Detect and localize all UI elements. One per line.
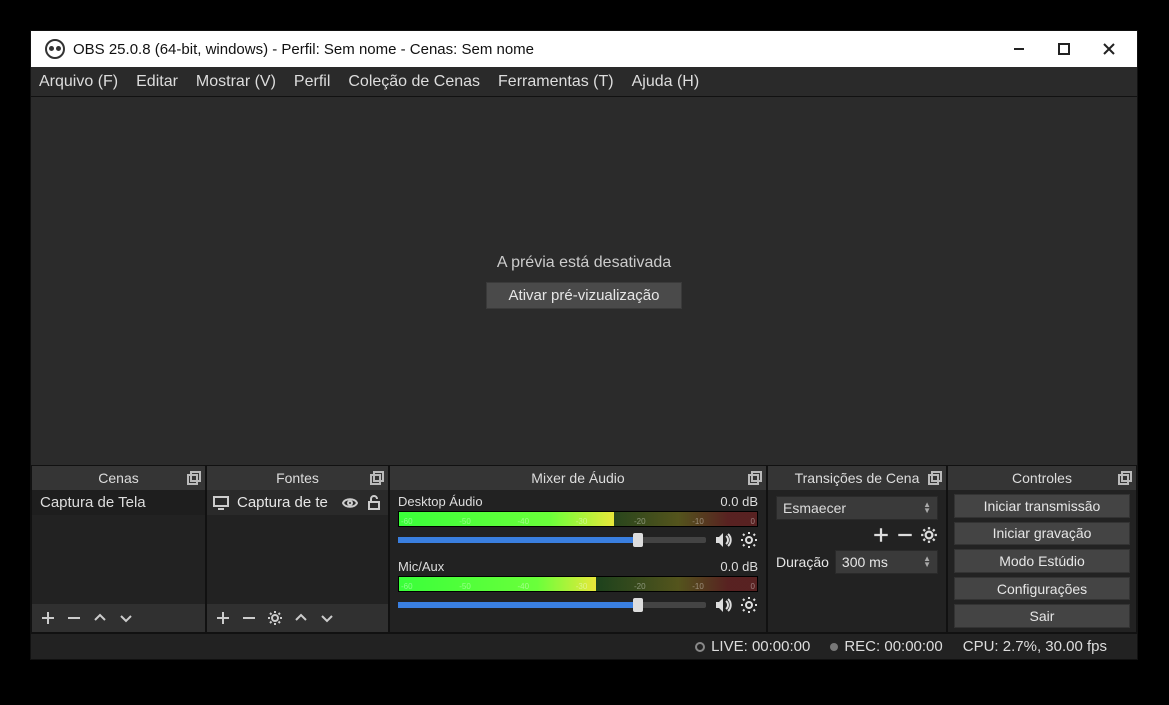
live-indicator-icon [695, 642, 705, 652]
panel-sources: Fontes Captura de te [206, 465, 389, 633]
mixer-channel-name: Mic/Aux [398, 559, 444, 574]
source-down-button[interactable] [319, 610, 335, 626]
panel-mixer-popout-icon[interactable] [748, 471, 762, 485]
add-source-button[interactable] [215, 610, 231, 626]
mixer-channel-level: 0.0 dB [720, 494, 758, 509]
panel-controls-title: Controles [1012, 470, 1072, 486]
start-recording-button[interactable]: Iniciar gravação [954, 522, 1130, 546]
panel-scenes: Cenas Captura de Tela [31, 465, 206, 633]
maximize-button[interactable] [1041, 31, 1086, 67]
panel-mixer-header: Mixer de Áudio [390, 466, 766, 490]
sources-list: Captura de te [207, 490, 388, 604]
mixer-channel-mic: Mic/Aux 0.0 dB -60-50-40-30-20-100 [390, 555, 766, 620]
panel-controls-popout-icon[interactable] [1118, 471, 1132, 485]
menu-help[interactable]: Ajuda (H) [632, 73, 700, 91]
minimize-button[interactable] [996, 31, 1041, 67]
exit-button[interactable]: Sair [954, 604, 1130, 628]
speaker-icon[interactable] [714, 596, 732, 614]
mixer-channel-name: Desktop Áudio [398, 494, 483, 509]
status-live-text: LIVE: 00:00:00 [711, 638, 810, 655]
menubar: Arquivo (F) Editar Mostrar (V) Perfil Co… [31, 67, 1137, 97]
transition-properties-button[interactable] [920, 526, 938, 544]
duration-label: Duração [776, 554, 829, 570]
panel-controls-header: Controles [948, 466, 1136, 490]
scene-up-button[interactable] [92, 610, 108, 626]
source-item[interactable]: Captura de te [207, 490, 388, 515]
scene-down-button[interactable] [118, 610, 134, 626]
panel-sources-header: Fontes [207, 466, 388, 490]
panel-scenes-popout-icon[interactable] [187, 471, 201, 485]
status-rec-text: REC: 00:00:00 [844, 638, 942, 655]
transitions-body: Esmaecer ▲▼ Duração 300 ms ▲▼ [768, 490, 946, 632]
preview-area: A prévia está desativada Ativar pré-vizu… [31, 97, 1137, 465]
gear-icon[interactable] [740, 596, 758, 614]
start-streaming-button[interactable]: Iniciar transmissão [954, 494, 1130, 518]
scene-item[interactable]: Captura de Tela [32, 490, 205, 515]
speaker-icon[interactable] [714, 531, 732, 549]
remove-scene-button[interactable] [66, 610, 82, 626]
titlebar: OBS 25.0.8 (64-bit, windows) - Perfil: S… [31, 31, 1137, 67]
remove-transition-button[interactable] [896, 526, 914, 544]
mixer-channel-level: 0.0 dB [720, 559, 758, 574]
status-cpu: CPU: 2.7%, 30.00 fps [963, 638, 1107, 655]
close-button[interactable] [1086, 31, 1131, 67]
window-title: OBS 25.0.8 (64-bit, windows) - Perfil: S… [73, 41, 996, 58]
studio-mode-button[interactable]: Modo Estúdio [954, 549, 1130, 573]
settings-button[interactable]: Configurações [954, 577, 1130, 601]
preview-disabled-label: A prévia está desativada [497, 254, 671, 272]
transition-select-value: Esmaecer [783, 500, 846, 516]
menu-edit[interactable]: Editar [136, 73, 178, 91]
audio-meter: -60-50-40-30-20-100 [398, 511, 758, 527]
source-up-button[interactable] [293, 610, 309, 626]
status-cpu-text: CPU: 2.7%, 30.00 fps [963, 638, 1107, 655]
panel-mixer: Mixer de Áudio Desktop Áudio 0.0 dB -60-… [389, 465, 767, 633]
status-live: LIVE: 00:00:00 [695, 638, 810, 655]
updown-icon: ▲▼ [923, 556, 931, 568]
enable-preview-button[interactable]: Ativar pré-vizualização [486, 282, 683, 309]
controls-body: Iniciar transmissão Iniciar gravação Mod… [948, 490, 1136, 632]
panel-transitions-popout-icon[interactable] [928, 471, 942, 485]
obs-logo-icon [45, 39, 65, 59]
volume-slider[interactable] [398, 602, 706, 608]
panel-sources-title: Fontes [276, 470, 319, 486]
volume-slider[interactable] [398, 537, 706, 543]
app-window: OBS 25.0.8 (64-bit, windows) - Perfil: S… [30, 30, 1138, 660]
monitor-icon [213, 495, 229, 511]
menu-file[interactable]: Arquivo (F) [39, 73, 118, 91]
scenes-toolbar [32, 604, 205, 632]
eye-icon[interactable] [342, 495, 358, 511]
panel-transitions-header: Transições de Cena [768, 466, 946, 490]
panel-scenes-header: Cenas [32, 466, 205, 490]
panel-transitions-title: Transições de Cena [795, 470, 920, 486]
remove-source-button[interactable] [241, 610, 257, 626]
menu-view[interactable]: Mostrar (V) [196, 73, 276, 91]
updown-icon: ▲▼ [923, 502, 931, 514]
mixer-channel-desktop: Desktop Áudio 0.0 dB -60-50-40-30-20-100 [390, 490, 766, 555]
panel-scenes-title: Cenas [98, 470, 138, 486]
duration-value: 300 ms [842, 554, 888, 570]
duration-spinbox[interactable]: 300 ms ▲▼ [835, 550, 938, 574]
scenes-list: Captura de Tela [32, 490, 205, 604]
statusbar: LIVE: 00:00:00 REC: 00:00:00 CPU: 2.7%, … [31, 633, 1137, 659]
dock-row: Cenas Captura de Tela Fontes [31, 465, 1137, 633]
audio-meter: -60-50-40-30-20-100 [398, 576, 758, 592]
rec-indicator-icon [830, 643, 838, 651]
panel-transitions: Transições de Cena Esmaecer ▲▼ Duração 3… [767, 465, 947, 633]
mixer-body: Desktop Áudio 0.0 dB -60-50-40-30-20-100 [390, 490, 766, 632]
source-properties-button[interactable] [267, 610, 283, 626]
menu-scenecollection[interactable]: Coleção de Cenas [348, 73, 480, 91]
transition-select[interactable]: Esmaecer ▲▼ [776, 496, 938, 520]
panel-mixer-title: Mixer de Áudio [531, 470, 624, 486]
menu-profile[interactable]: Perfil [294, 73, 330, 91]
source-item-label: Captura de te [237, 494, 334, 511]
panel-controls: Controles Iniciar transmissão Iniciar gr… [947, 465, 1137, 633]
lock-icon[interactable] [366, 495, 382, 511]
gear-icon[interactable] [740, 531, 758, 549]
add-scene-button[interactable] [40, 610, 56, 626]
add-transition-button[interactable] [872, 526, 890, 544]
status-rec: REC: 00:00:00 [830, 638, 942, 655]
menu-tools[interactable]: Ferramentas (T) [498, 73, 614, 91]
panel-sources-popout-icon[interactable] [370, 471, 384, 485]
sources-toolbar [207, 604, 388, 632]
